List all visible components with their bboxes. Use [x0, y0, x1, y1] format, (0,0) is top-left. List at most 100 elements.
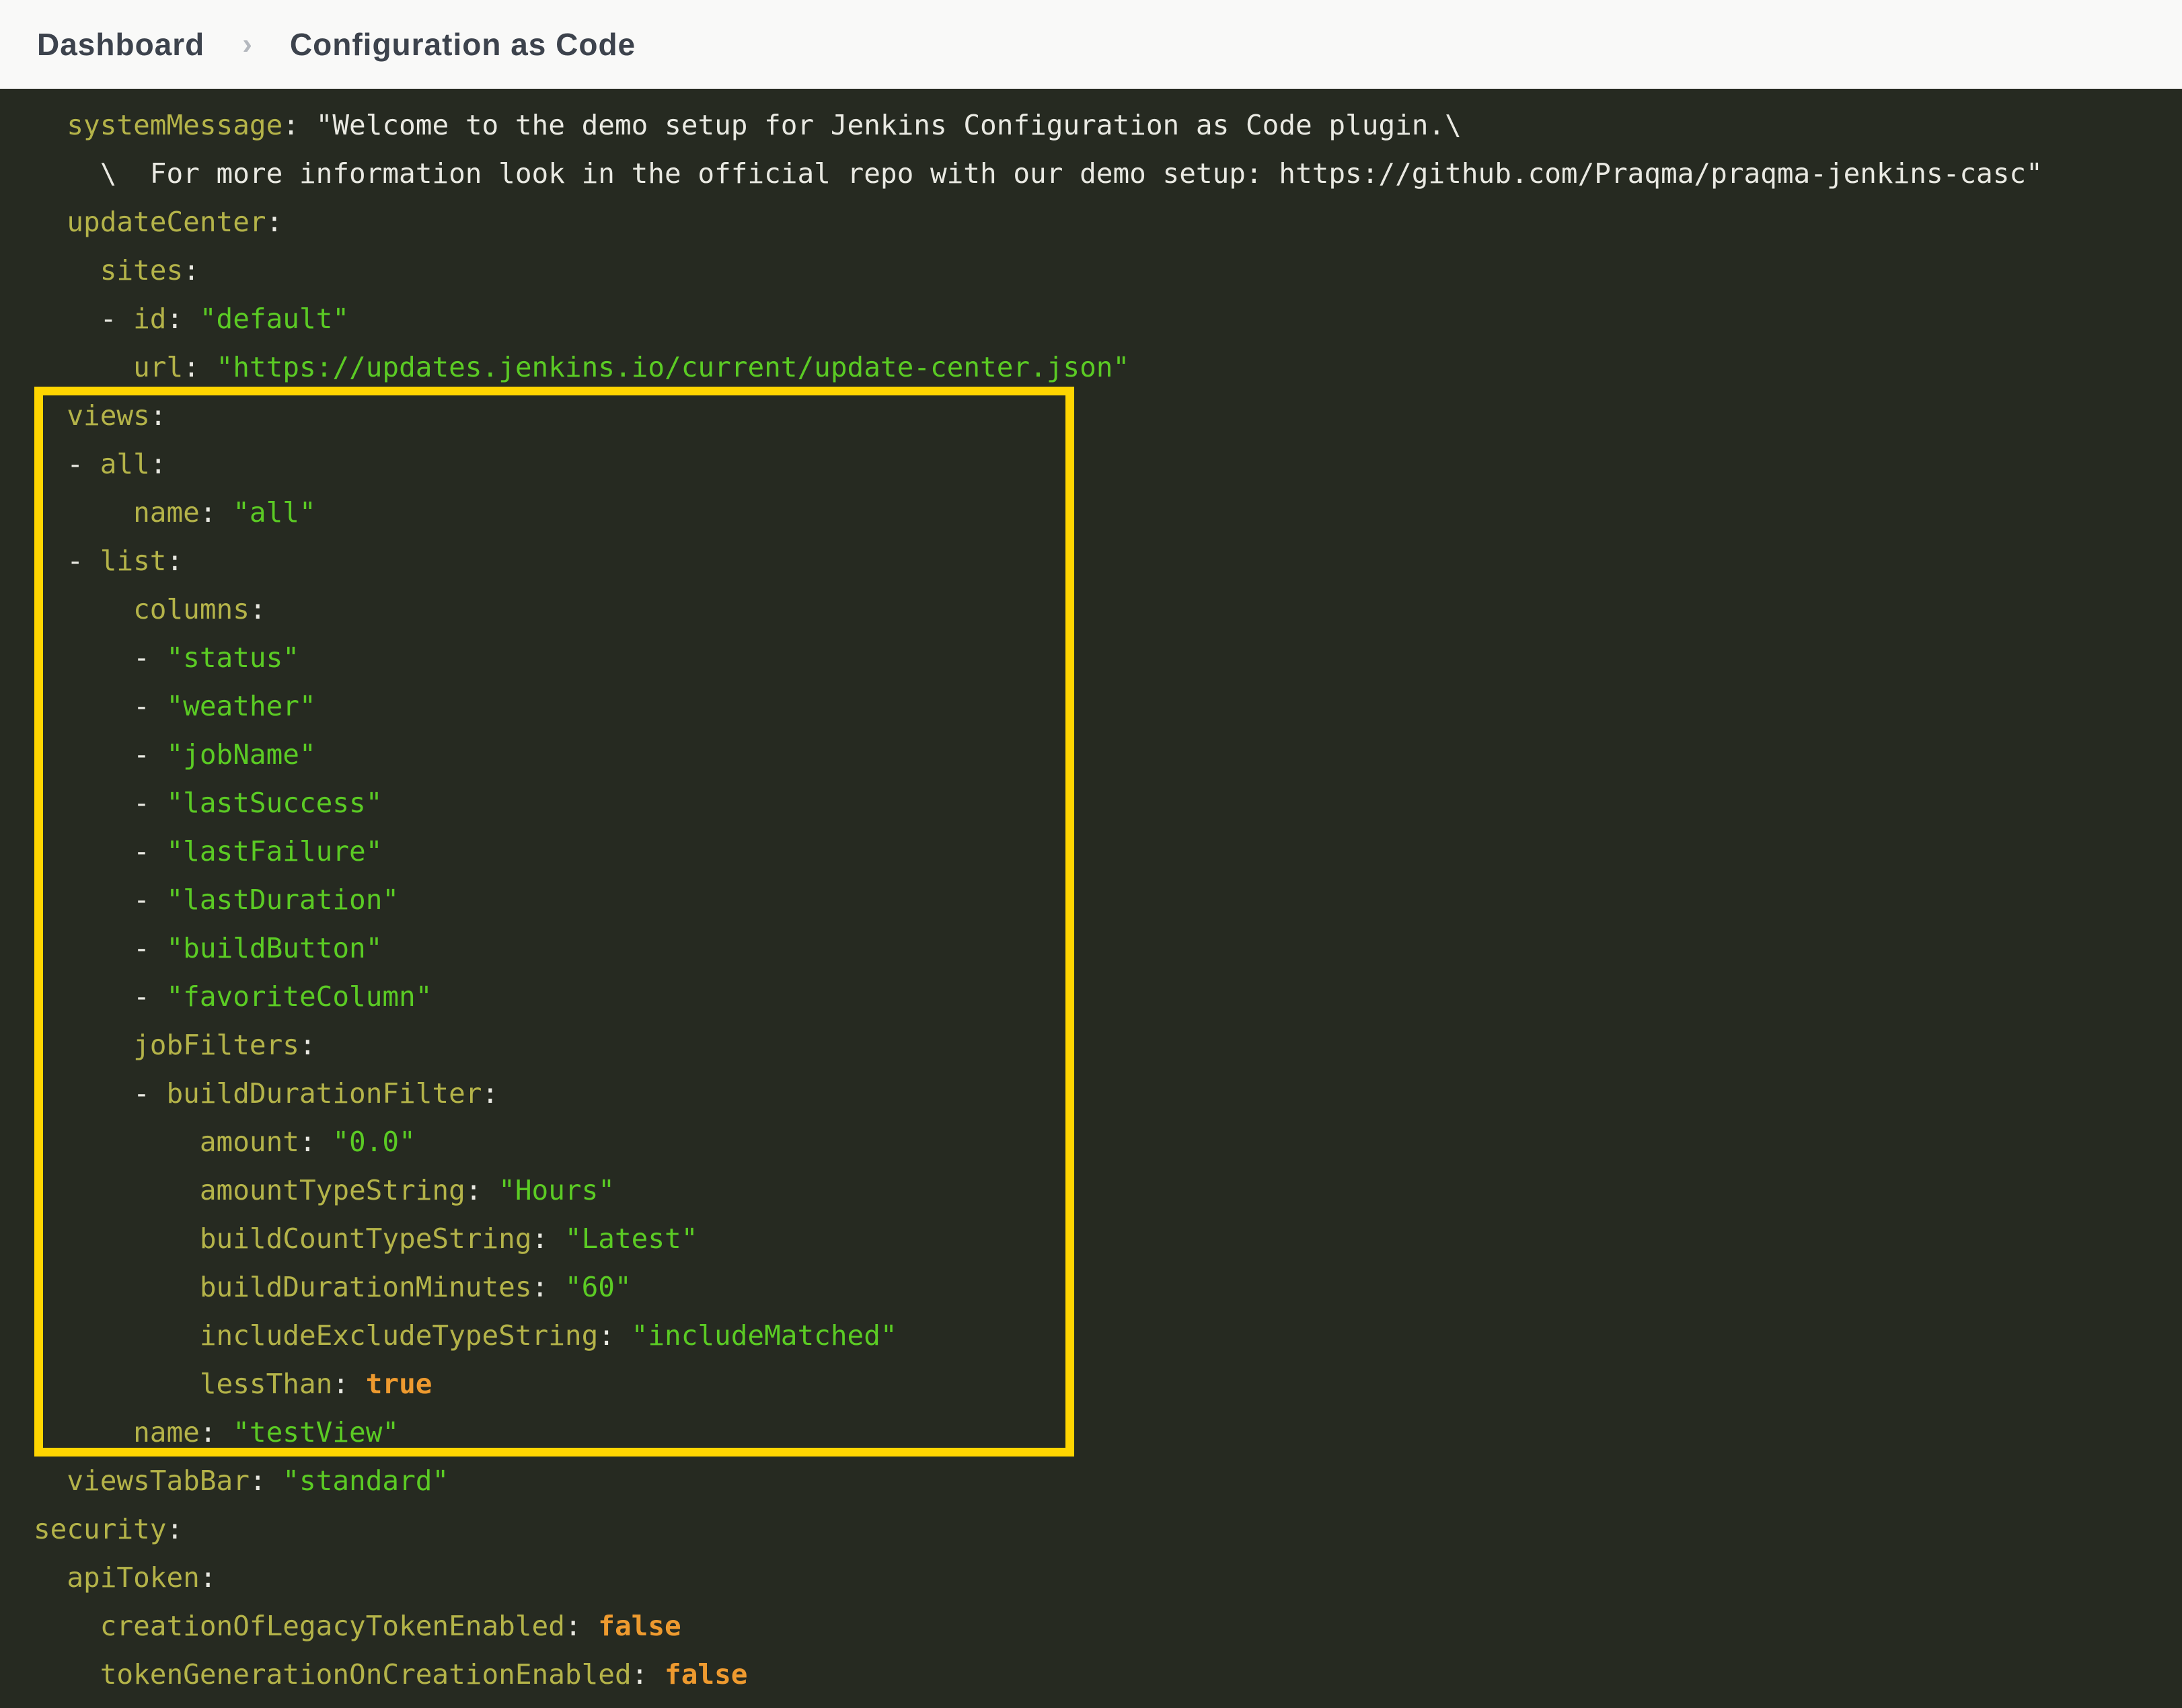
- code-line: name: "testView": [34, 1408, 2182, 1457]
- code-line: - "weather": [34, 682, 2182, 730]
- yaml-token-key: all: [100, 448, 150, 480]
- yaml-token-key: name: [133, 1416, 200, 1448]
- yaml-token-plain: :: [532, 1222, 565, 1255]
- yaml-token-plain: :: [167, 545, 184, 577]
- code-line: - id: "default": [34, 295, 2182, 343]
- yaml-token-plain: [34, 1319, 200, 1352]
- yaml-token-plain: [34, 593, 133, 625]
- code-line: - list:: [34, 537, 2182, 585]
- yaml-token-plain: -: [34, 545, 100, 577]
- yaml-token-str: "0.0": [332, 1126, 415, 1158]
- yaml-token-plain: :: [166, 1513, 183, 1545]
- yaml-token-plain: [34, 1465, 67, 1497]
- yaml-token-key: tokenGenerationOnCreationEnabled: [100, 1658, 632, 1691]
- yaml-token-plain: -: [34, 448, 100, 480]
- yaml-token-str: "includeMatched": [632, 1319, 897, 1352]
- yaml-token-str: "lastDuration": [166, 884, 399, 916]
- yaml-token-str: "lastFailure": [166, 835, 382, 867]
- yaml-token-str: "default": [200, 303, 349, 335]
- yaml-token-plain: [34, 206, 67, 238]
- code-line: url: "https://updates.jenkins.io/current…: [34, 343, 2182, 391]
- yaml-token-plain: [34, 1222, 200, 1255]
- yaml-token-plain: :: [283, 109, 315, 141]
- breadcrumb-page-title[interactable]: Configuration as Code: [290, 26, 636, 63]
- yaml-token-plain: :: [200, 1416, 233, 1448]
- code-line: - "jobName": [34, 730, 2182, 779]
- yaml-token-plain: :: [299, 1029, 316, 1061]
- code-line: - "lastSuccess": [34, 779, 2182, 827]
- yaml-token-plain: :: [250, 593, 266, 625]
- yaml-token-key: includeExcludeTypeString: [200, 1319, 598, 1352]
- yaml-token-key: views: [67, 399, 149, 432]
- yaml-token-plain: \ For more information look in the offic…: [34, 157, 2043, 190]
- yaml-token-str: "weather": [166, 690, 315, 722]
- yaml-token-plain: :: [299, 1126, 332, 1158]
- yaml-token-plain: [34, 351, 133, 383]
- yaml-token-plain: -: [34, 642, 166, 674]
- yaml-token-key: buildDurationMinutes: [200, 1271, 532, 1303]
- yaml-token-plain: :: [565, 1610, 598, 1642]
- code-line: jobFilters:: [34, 1021, 2182, 1069]
- yaml-token-plain: -: [34, 980, 166, 1013]
- code-line: creationOfLegacyTokenEnabled: false: [34, 1602, 2182, 1650]
- yaml-token-key: apiToken: [67, 1561, 199, 1594]
- yaml-token-plain: :: [266, 206, 283, 238]
- yaml-token-plain: :: [465, 1174, 498, 1206]
- yaml-token-plain: :: [200, 1561, 217, 1594]
- code-line: viewsTabBar: "standard": [34, 1457, 2182, 1505]
- yaml-token-plain: :: [250, 1465, 283, 1497]
- yaml-token-key: name: [133, 496, 200, 529]
- code-lines: systemMessage: "Welcome to the demo setu…: [34, 101, 2182, 1699]
- yaml-token-str: "Hours": [498, 1174, 615, 1206]
- code-line: - "lastFailure": [34, 827, 2182, 876]
- yaml-token-key: url: [133, 351, 183, 383]
- breadcrumb-item-dashboard[interactable]: Dashboard: [37, 26, 204, 63]
- yaml-token-plain: :: [150, 399, 167, 432]
- yaml-token-plain: -: [34, 303, 133, 335]
- yaml-token-key: columns: [133, 593, 250, 625]
- code-line: buildDurationMinutes: "60": [34, 1263, 2182, 1311]
- yaml-token-plain: -: [34, 787, 166, 819]
- yaml-token-plain: :: [166, 303, 199, 335]
- code-line: views:: [34, 391, 2182, 440]
- yaml-token-plain: :: [532, 1271, 565, 1303]
- code-line: sites:: [34, 246, 2182, 295]
- yaml-token-plain: :: [150, 448, 167, 480]
- yaml-token-str: "https://updates.jenkins.io/current/upda…: [217, 351, 1130, 383]
- yaml-token-plain: [34, 399, 67, 432]
- code-line: amount: "0.0": [34, 1118, 2182, 1166]
- yaml-token-str: "lastSuccess": [166, 787, 382, 819]
- yaml-token-bool: false: [665, 1658, 747, 1691]
- yaml-token-plain: [34, 109, 67, 141]
- code-line: systemMessage: "Welcome to the demo setu…: [34, 101, 2182, 149]
- yaml-token-plain: [34, 1416, 133, 1448]
- yaml-token-str: "testView": [233, 1416, 399, 1448]
- code-line: - "status": [34, 633, 2182, 682]
- yaml-token-key: security: [34, 1513, 166, 1545]
- yaml-token-plain: :: [200, 496, 233, 529]
- yaml-token-plain: [34, 1174, 200, 1206]
- yaml-token-key: id: [133, 303, 166, 335]
- yaml-token-plain: :: [332, 1368, 365, 1400]
- yaml-token-plain: :: [183, 254, 200, 286]
- yaml-token-str: "standard": [283, 1465, 449, 1497]
- yaml-token-plain: -: [34, 884, 166, 916]
- code-line: - "lastDuration": [34, 876, 2182, 924]
- yaml-token-plain: [34, 1561, 67, 1594]
- yaml-token-key: updateCenter: [67, 206, 266, 238]
- yaml-token-bool: true: [366, 1368, 432, 1400]
- yaml-token-key: sites: [100, 254, 183, 286]
- code-line: name: "all": [34, 488, 2182, 537]
- yaml-token-plain: [34, 1271, 200, 1303]
- yaml-token-plain: [34, 254, 100, 286]
- code-line: buildCountTypeString: "Latest": [34, 1214, 2182, 1263]
- yaml-token-plain: [34, 496, 133, 529]
- yaml-token-str: "all": [233, 496, 315, 529]
- yaml-token-plain: -: [34, 835, 166, 867]
- yaml-token-plain: :: [482, 1077, 498, 1110]
- yaml-token-key: jobFilters: [133, 1029, 299, 1061]
- yaml-token-plain: -: [34, 932, 166, 964]
- yaml-token-plain: [34, 1658, 100, 1691]
- code-line: - "favoriteColumn": [34, 972, 2182, 1021]
- yaml-token-plain: :: [598, 1319, 631, 1352]
